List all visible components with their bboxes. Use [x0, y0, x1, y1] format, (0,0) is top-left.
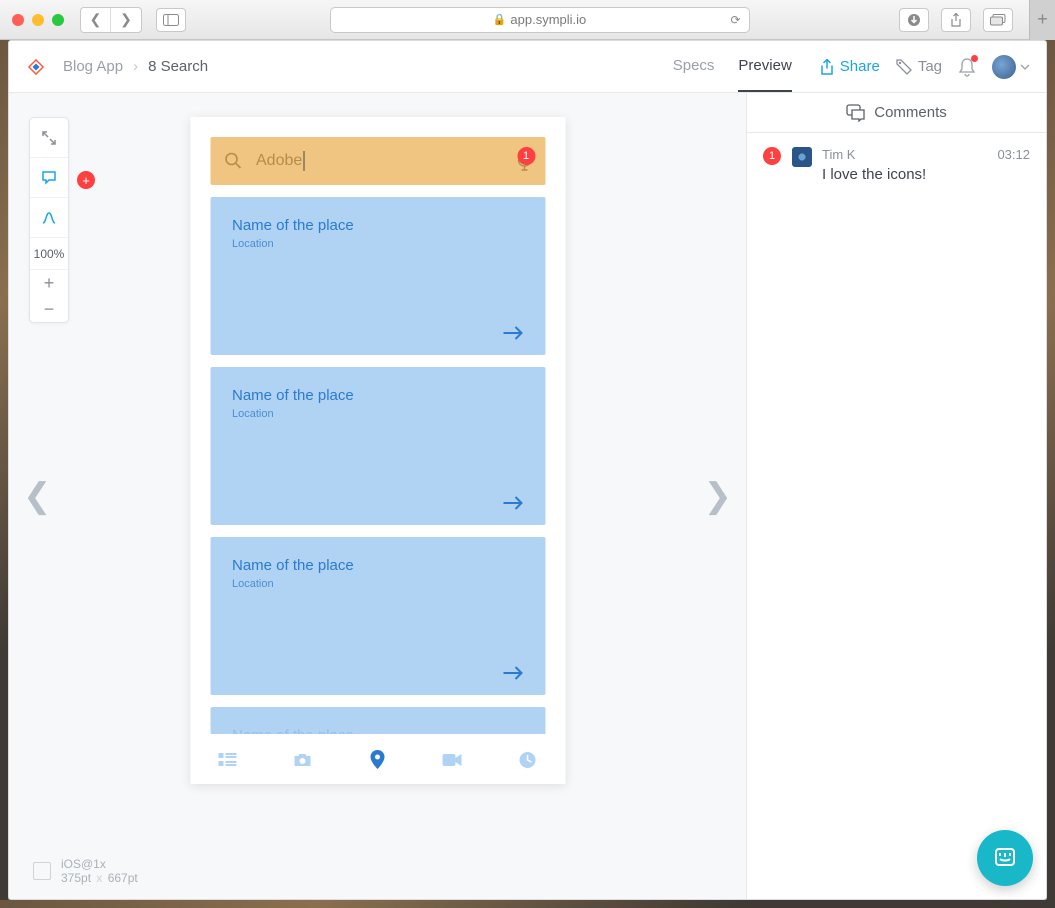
nav-back-forward: ❮ ❯ [80, 7, 142, 33]
tab-location-icon [369, 750, 385, 770]
comments-header: Comments [747, 93, 1046, 133]
comment-author: Tim K [822, 147, 855, 162]
zoom-out-button[interactable]: − [30, 296, 68, 322]
breadcrumb-screen: 8 Search [148, 58, 208, 75]
comment-pin-1[interactable]: 1 [517, 147, 535, 165]
comment-time: 03:12 [997, 147, 1030, 162]
comments-icon [846, 104, 866, 122]
share-browser-button[interactable] [941, 8, 971, 32]
tab-specs[interactable]: Specs [673, 41, 715, 92]
tab-video-icon [442, 753, 462, 767]
card-title: Name of the place [232, 557, 523, 574]
avatar [992, 55, 1016, 79]
breadcrumb-project[interactable]: Blog App [63, 58, 123, 75]
downloads-button[interactable] [899, 8, 929, 32]
reload-icon[interactable]: ⟳ [730, 13, 740, 27]
artboard-info: iOS@1x 375pt x 667pt [33, 857, 138, 885]
comment-index-badge: 1 [763, 147, 781, 165]
chevron-right-icon: › [133, 58, 138, 75]
sidebar-icon [163, 14, 179, 26]
artboard-thumb [33, 862, 51, 880]
tab-clock-icon [519, 751, 537, 769]
desktop-wallpaper-left [0, 40, 8, 908]
card-sub: Location [232, 238, 523, 250]
back-button[interactable]: ❮ [81, 8, 111, 32]
tag-icon [896, 59, 912, 75]
comments-panel: Comments 1 Tim K 03:12 I love the icons! [746, 93, 1046, 899]
canvas[interactable]: 100% + − + 1 Adobe Name of the place Loc… [9, 93, 746, 899]
download-icon [907, 13, 921, 27]
add-comment-badge[interactable]: + [77, 171, 95, 189]
notifications-button[interactable] [958, 57, 976, 77]
comment-avatar [792, 147, 812, 167]
chevron-down-icon [1020, 64, 1030, 70]
tab-preview[interactable]: Preview [738, 41, 791, 92]
flow-icon [41, 210, 57, 226]
desktop-wallpaper-right [1047, 40, 1055, 908]
tabs-icon [990, 14, 1006, 26]
window-controls [12, 14, 64, 26]
mock-tab-bar [190, 734, 565, 784]
scale-label: iOS@1x [61, 857, 138, 871]
tag-button[interactable]: Tag [896, 58, 942, 75]
search-icon [224, 152, 242, 170]
app-window: Blog App › 8 Search Specs Preview Share … [8, 40, 1047, 900]
minimize-window-button[interactable] [32, 14, 44, 26]
tab-camera-icon [293, 752, 313, 768]
view-tabs: Specs Preview [673, 41, 792, 92]
intercom-icon [992, 845, 1018, 871]
zoom-in-button[interactable]: + [30, 270, 68, 296]
app-header: Blog App › 8 Search Specs Preview Share … [9, 41, 1046, 93]
text-cursor [303, 151, 304, 171]
browser-toolbar: ❮ ❯ 🔒 app.sympli.io ⟳ + [0, 0, 1055, 40]
artboard[interactable]: 1 Adobe Name of the place Location Name … [190, 117, 565, 784]
width-label: 375pt [61, 871, 91, 885]
comment-text: I love the icons! [822, 166, 1030, 183]
expand-icon [41, 130, 57, 146]
url-text: app.sympli.io [510, 12, 586, 27]
height-label: 667pt [108, 871, 138, 885]
prev-screen-button[interactable]: ❮ [23, 476, 52, 516]
zoom-window-button[interactable] [52, 14, 64, 26]
comment-tool[interactable] [30, 158, 68, 198]
arrow-right-icon [501, 665, 523, 681]
mock-result-card: Name of the place Location [210, 367, 545, 525]
lock-icon: 🔒 [493, 13, 507, 26]
zoom-level: 100% [30, 238, 68, 270]
card-title: Name of the place [232, 217, 523, 234]
notification-dot [971, 55, 978, 62]
share-icon [820, 59, 834, 75]
card-title: Name of the place [232, 387, 523, 404]
mock-search-text: Adobe [256, 152, 302, 170]
comment-item[interactable]: 1 Tim K 03:12 I love the icons! [747, 133, 1046, 197]
share-browser-icon [950, 13, 962, 27]
sympli-logo[interactable] [25, 56, 47, 78]
forward-button[interactable]: ❯ [111, 8, 141, 32]
card-sub: Location [232, 408, 523, 420]
sidebar-toggle-button[interactable] [156, 8, 186, 32]
user-menu[interactable] [992, 55, 1030, 79]
expand-tool[interactable] [30, 118, 68, 158]
header-actions: Share Tag [820, 55, 1030, 79]
mock-search-bar: Adobe [210, 137, 545, 185]
flow-tool[interactable] [30, 198, 68, 238]
tab-list-icon [218, 753, 236, 767]
arrow-right-icon [501, 325, 523, 341]
mock-result-card: Name of the place Location [210, 197, 545, 355]
comment-icon [41, 170, 57, 186]
next-screen-button[interactable]: ❯ [704, 476, 733, 516]
card-sub: Location [232, 578, 523, 590]
new-tab-button[interactable]: + [1029, 0, 1055, 40]
mock-result-card: Name of the place Location [210, 537, 545, 695]
tabs-button[interactable] [983, 8, 1013, 32]
intercom-launcher[interactable] [977, 830, 1033, 886]
desktop-wallpaper-bottom [0, 900, 1055, 908]
address-bar[interactable]: 🔒 app.sympli.io ⟳ [330, 7, 750, 33]
arrow-right-icon [501, 495, 523, 511]
close-window-button[interactable] [12, 14, 24, 26]
left-toolbar: 100% + − [29, 117, 69, 323]
breadcrumb: Blog App › 8 Search [63, 58, 208, 75]
share-button[interactable]: Share [820, 58, 880, 75]
